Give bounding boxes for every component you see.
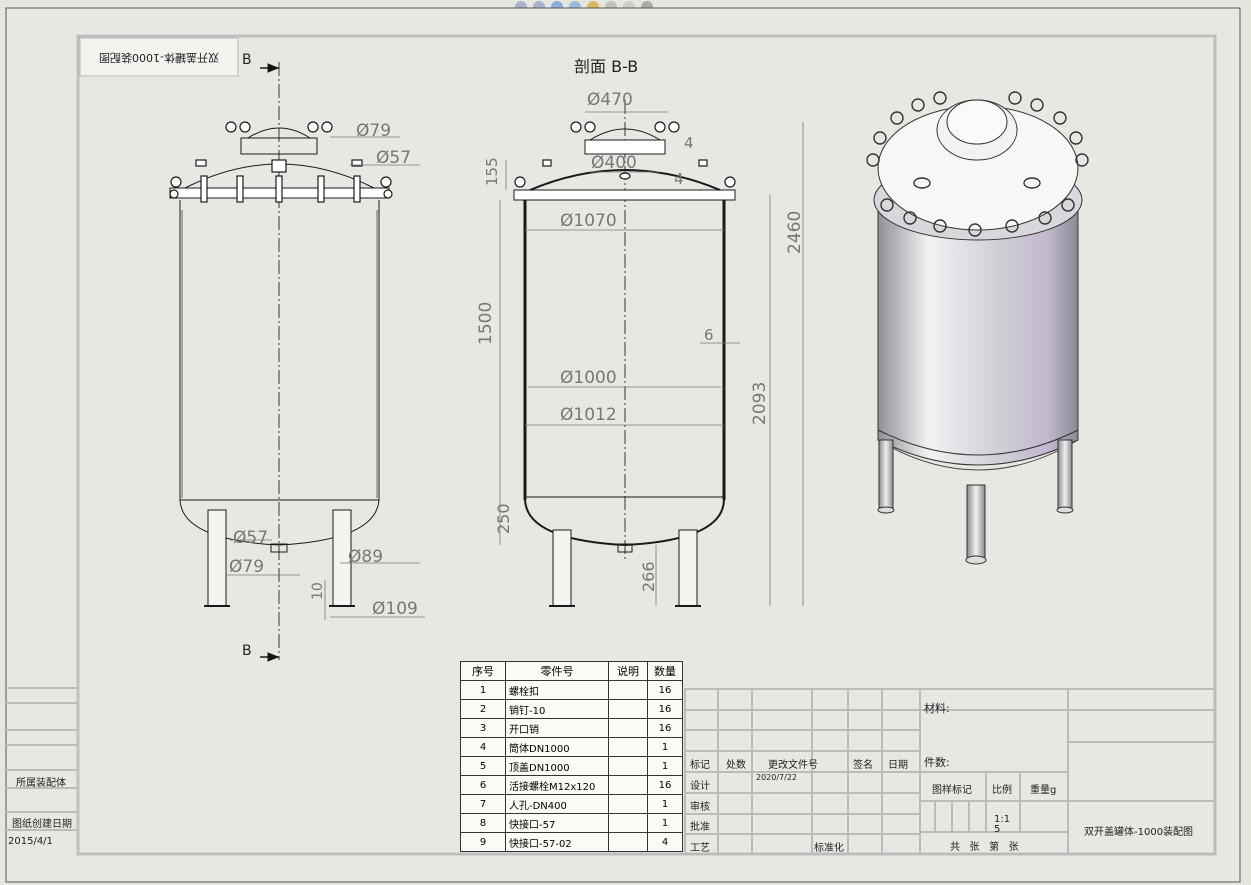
bom-qty: 1 [647, 813, 683, 833]
dim-4b: 4 [674, 170, 684, 188]
dim-d400: Ø400 [591, 153, 637, 173]
tb-stage-mark: 图样标记 [932, 785, 972, 796]
bom-no: 4 [460, 737, 506, 757]
bom-desc [608, 813, 648, 833]
bom-part: 开口销 [505, 718, 609, 738]
bom-part: 销钉-10 [505, 699, 609, 719]
bom-desc [608, 737, 648, 757]
title-box-text: 双开盖罐体-1000装配图 [99, 51, 219, 65]
dim-d1000: Ø1000 [560, 368, 617, 388]
bom-row: 6 活接螺栓M12x120 16 [460, 775, 683, 795]
bom-row: 3 开口销 16 [460, 718, 683, 738]
bom-desc [608, 699, 648, 719]
dim-d57-bottom: Ø57 [233, 528, 268, 548]
dim-10: 10 [310, 582, 326, 600]
bom-row: 7 人孔-DN400 1 [460, 794, 683, 814]
dim-d1070: Ø1070 [560, 211, 617, 231]
bom-no: 5 [460, 756, 506, 776]
bom-header-desc: 说明 [608, 661, 648, 681]
dim-1500: 1500 [476, 302, 496, 345]
bom-qty: 1 [647, 794, 683, 814]
side-created-label: 图纸创建日期 [12, 819, 72, 830]
bom-part: 人孔-DN400 [505, 794, 609, 814]
bom-qty: 1 [647, 737, 683, 757]
tb-scale-label: 比例 [992, 785, 1012, 796]
bom-desc [608, 832, 648, 852]
bom-part: 螺栓扣 [505, 680, 609, 700]
tb-scale-value-2: 5 [994, 824, 1001, 835]
bom-qty: 4 [647, 832, 683, 852]
tb-signature: 签名 [853, 760, 873, 771]
tb-weight-label: 重量g [1030, 785, 1057, 796]
side-created-date: 2015/4/1 [8, 836, 53, 847]
bom-table: 序号 零件号 说明 数量 1 螺栓扣 16 2 销钉-10 16 3 开口销 16 4 筒体D… [460, 661, 683, 852]
tb-mark: 标记 [690, 760, 710, 771]
tb-approve: 批准 [690, 822, 710, 833]
dim-2093: 2093 [750, 382, 770, 425]
bom-row: 5 顶盖DN1000 1 [460, 756, 683, 776]
dim-155: 155 [483, 157, 501, 186]
tb-design: 设计 [690, 781, 710, 792]
bom-qty: 1 [647, 756, 683, 776]
dim-d89: Ø89 [348, 547, 383, 567]
bom-no: 9 [460, 832, 506, 852]
tb-piece-count: 件数: [924, 756, 950, 769]
tb-process: 工艺 [690, 843, 710, 854]
dim-4: 4 [684, 134, 694, 152]
side-assembly-label: 所属装配体 [16, 778, 66, 789]
tb-sheets: 共 张 第 张 [950, 842, 1019, 853]
bom-qty: 16 [647, 680, 683, 700]
dim-d1012: Ø1012 [560, 405, 617, 425]
bom-part: 活接螺栓M12x120 [505, 775, 609, 795]
dim-d79-bottom: Ø79 [229, 557, 264, 577]
bom-no: 8 [460, 813, 506, 833]
dim-d109: Ø109 [372, 599, 418, 619]
dim-d79-top: Ø79 [356, 121, 391, 141]
dim-2460: 2460 [785, 211, 805, 254]
tb-drawing-name: 双开盖罐体-1000装配图 [1084, 827, 1194, 838]
bom-qty: 16 [647, 775, 683, 795]
tb-check: 审核 [690, 802, 710, 813]
bom-qty: 16 [647, 718, 683, 738]
bom-desc [608, 794, 648, 814]
tb-material: 材料: [924, 702, 950, 715]
bom-row: 9 快接口-57-02 4 [460, 832, 683, 852]
bom-no: 3 [460, 718, 506, 738]
dim-250: 250 [494, 503, 513, 534]
bom-desc [608, 718, 648, 738]
tb-design-date: 2020/7/22 [756, 773, 798, 782]
bom-desc [608, 756, 648, 776]
bom-header-row: 序号 零件号 说明 数量 [460, 661, 683, 681]
cut-label-top: B [242, 52, 252, 68]
bom-part: 筒体DN1000 [505, 737, 609, 757]
bom-no: 6 [460, 775, 506, 795]
bom-no: 7 [460, 794, 506, 814]
section-label: 剖面 B-B [574, 57, 638, 76]
bom-part: 顶盖DN1000 [505, 756, 609, 776]
bom-header-qty: 数量 [647, 661, 683, 681]
bom-no: 2 [460, 699, 506, 719]
bom-qty: 16 [647, 699, 683, 719]
bom-row: 4 筒体DN1000 1 [460, 737, 683, 757]
dim-d470: Ø470 [587, 90, 633, 110]
cut-label-bottom: B [242, 643, 252, 659]
bom-header-no: 序号 [460, 661, 506, 681]
bom-header-part: 零件号 [505, 661, 609, 681]
tb-standard: 标准化 [814, 843, 844, 854]
bom-row: 1 螺栓扣 16 [460, 680, 683, 700]
bom-row: 8 快接口-57 1 [460, 813, 683, 833]
bom-desc [608, 680, 648, 700]
dim-6: 6 [704, 326, 714, 344]
bom-part: 快接口-57 [505, 813, 609, 833]
bom-part: 快接口-57-02 [505, 832, 609, 852]
bom-no: 1 [460, 680, 506, 700]
bom-desc [608, 775, 648, 795]
dim-d57-top: Ø57 [376, 148, 411, 168]
bom-row: 2 销钉-10 16 [460, 699, 683, 719]
tb-date: 日期 [888, 760, 908, 771]
dim-266: 266 [639, 561, 658, 592]
tb-change-doc: 更改文件号 [768, 760, 818, 771]
tb-count: 处数 [726, 760, 746, 771]
